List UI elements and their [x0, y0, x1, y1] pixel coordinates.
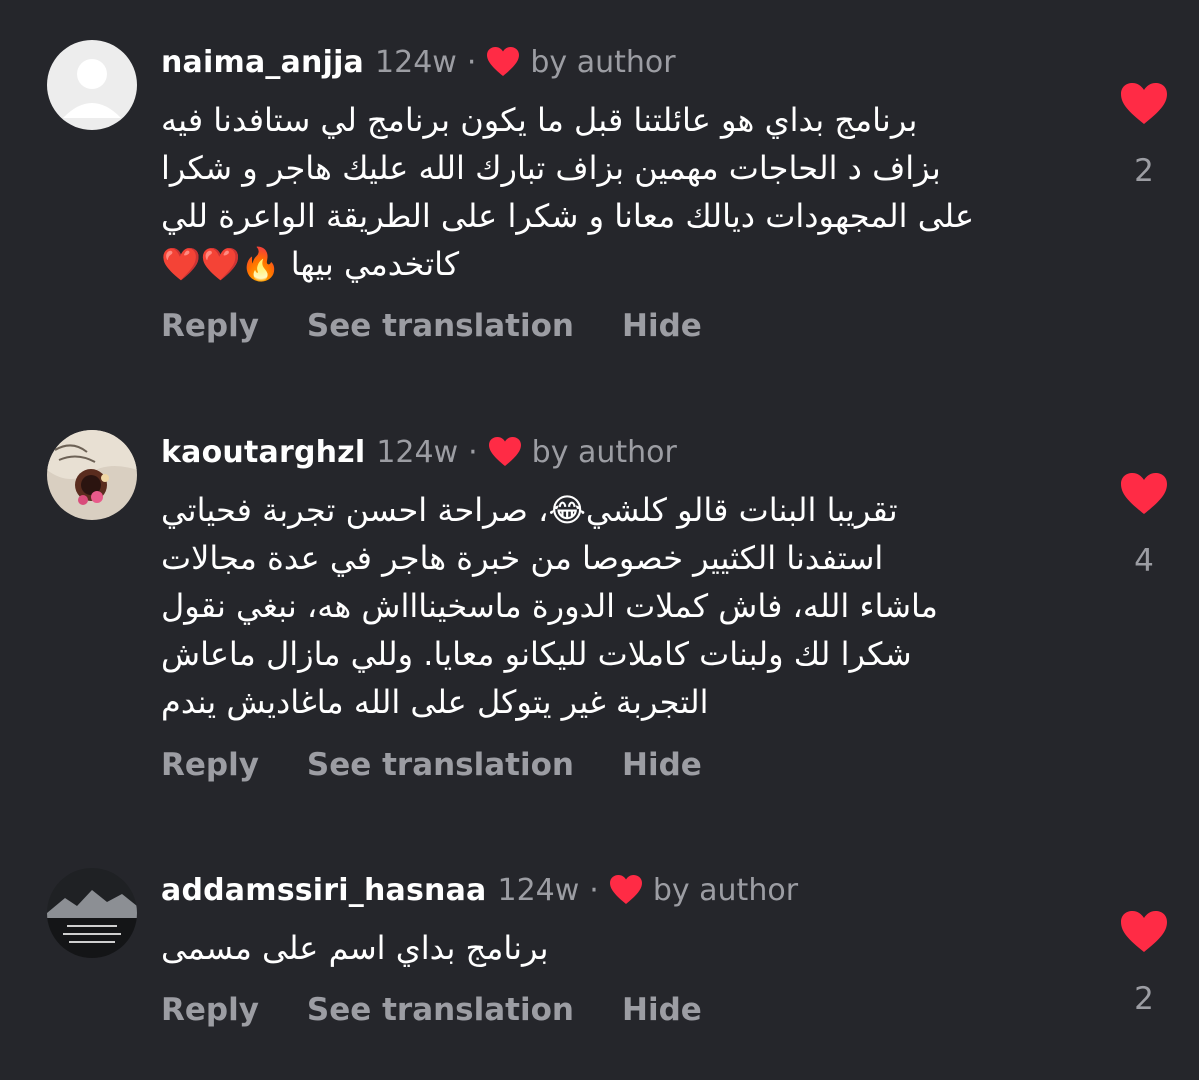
username[interactable]: addamssiri_hasnaa: [161, 873, 486, 908]
comment-text-line: تقريبا البنات قالو كلشي😂، صراحة احسن تجر…: [161, 491, 898, 529]
comment-actions: Reply See translation Hide: [161, 992, 750, 1028]
comment-text-line: كاتخدمي بيها 🔥❤️❤️: [161, 245, 460, 283]
author-heart-icon: [609, 874, 643, 906]
comment-text: برنامج بداي هو عائلتنا قبل ما يكون برنام…: [161, 96, 1071, 288]
reply-button[interactable]: Reply: [161, 992, 259, 1028]
hide-button[interactable]: Hide: [622, 747, 702, 783]
comment-actions: Reply See translation Hide: [161, 308, 750, 344]
comment-text-line: التجربة غير يتوكل على الله ماغاديش يندم: [161, 683, 709, 721]
comment-text-line: برنامج بداي هو عائلتنا قبل ما يكون برنام…: [161, 101, 918, 139]
avatar[interactable]: [47, 40, 137, 130]
like-count: 4: [1134, 543, 1154, 579]
username[interactable]: naima_anjja: [161, 45, 364, 80]
comment-header: addamssiri_hasnaa 124w · by author: [161, 868, 798, 912]
photo-avatar-icon: [47, 868, 137, 958]
author-heart-icon: [486, 46, 520, 78]
like-heart-icon[interactable]: [1120, 910, 1168, 954]
comment-header: naima_anjja 124w · by author: [161, 40, 676, 84]
comment-text-line: بزاف د الحاجات مهمين بزاف تبارك الله علي…: [161, 149, 941, 187]
liked-by-author-label: by author: [530, 44, 676, 80]
comment-header: kaoutarghzl 124w · by author: [161, 430, 677, 474]
comment-text-line: ماشاء الله، فاش كملات الدورة ماسخيناااش …: [161, 587, 938, 625]
like-heart-icon[interactable]: [1120, 472, 1168, 516]
hide-button[interactable]: Hide: [622, 992, 702, 1028]
comment-age: 124w: [376, 434, 459, 470]
comment-age: 124w: [497, 872, 580, 908]
reply-button[interactable]: Reply: [161, 747, 259, 783]
liked-by-author-label: by author: [531, 434, 677, 470]
see-translation-button[interactable]: See translation: [307, 308, 574, 344]
liked-by-author-label: by author: [652, 872, 799, 908]
author-heart-icon: [488, 436, 522, 468]
username[interactable]: kaoutarghzl: [161, 435, 365, 470]
comment-actions: Reply See translation Hide: [161, 747, 750, 783]
like-heart-icon[interactable]: [1120, 82, 1168, 126]
hide-button[interactable]: Hide: [622, 308, 702, 344]
separator-dot: ·: [589, 872, 599, 908]
comment-text: تقريبا البنات قالو كلشي😂، صراحة احسن تجر…: [161, 486, 1071, 726]
comment-text-line: استفدنا الكثيير خصوصا من خبرة هاجر في عد…: [161, 539, 884, 577]
separator-dot: ·: [468, 434, 478, 470]
comment-text: برنامج بداي اسم على مسمى: [161, 924, 1071, 972]
see-translation-button[interactable]: See translation: [307, 992, 574, 1028]
see-translation-button[interactable]: See translation: [307, 747, 574, 783]
like-count: 2: [1134, 153, 1154, 189]
comment-text-line: برنامج بداي اسم على مسمى: [161, 929, 549, 967]
comment-text-line: على المجهودات ديالك معانا و شكرا على الط…: [161, 197, 975, 235]
photo-avatar-icon: [47, 430, 137, 520]
comment-age: 124w: [375, 44, 457, 80]
default-avatar-icon: [47, 40, 137, 130]
avatar[interactable]: [47, 868, 137, 958]
separator-dot: ·: [466, 44, 477, 80]
reply-button[interactable]: Reply: [161, 308, 259, 344]
comment-text-line: شكرا لك ولبنات كاملات لليكانو معايا. ولل…: [161, 635, 912, 673]
avatar[interactable]: [47, 430, 137, 520]
like-count: 2: [1134, 981, 1154, 1017]
